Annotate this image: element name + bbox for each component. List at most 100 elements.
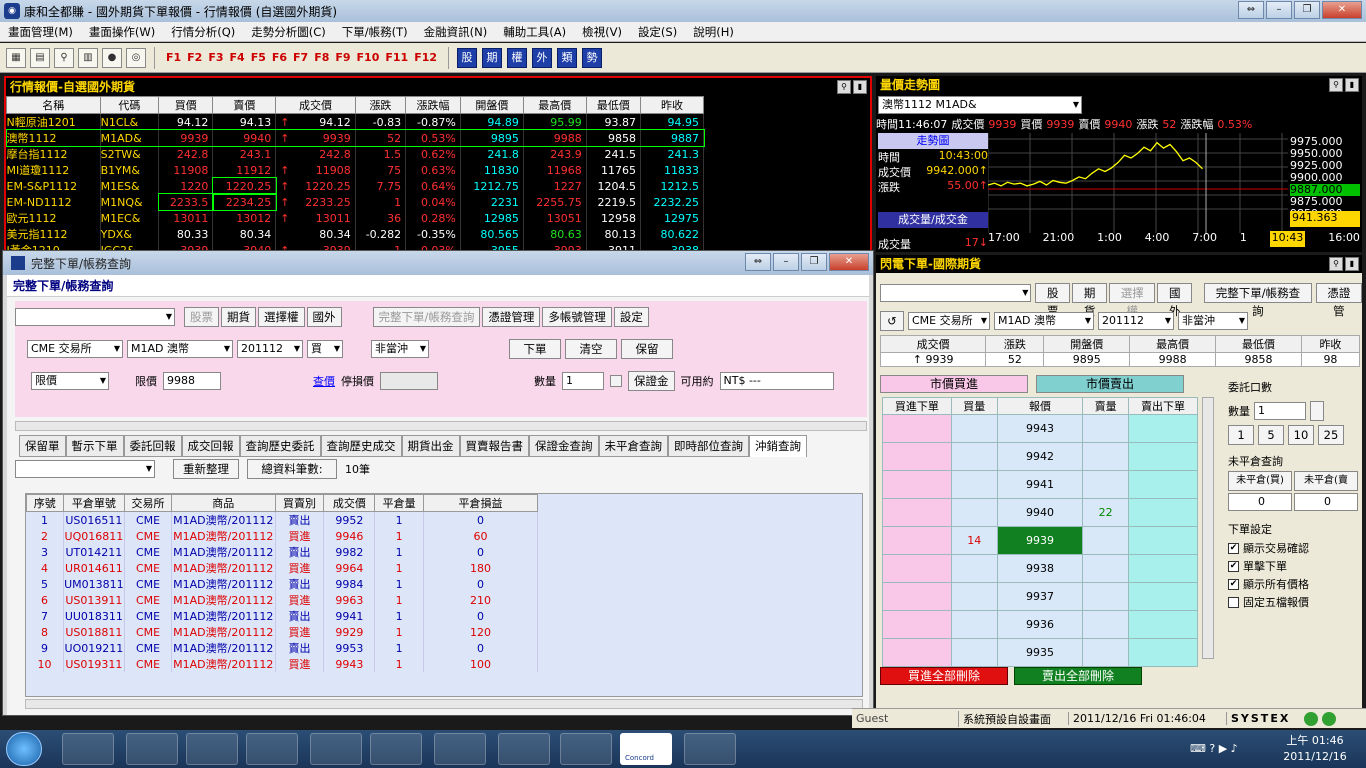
- refresh-button[interactable]: 重新整理: [173, 459, 239, 479]
- menu-item[interactable]: 設定(S): [630, 24, 685, 40]
- order-qty-input[interactable]: 1: [562, 372, 604, 390]
- qty-quick-button[interactable]: 25: [1318, 425, 1344, 445]
- search-icon[interactable]: ⚲: [54, 47, 74, 68]
- buy-order-cell[interactable]: [882, 610, 952, 639]
- quick-key-button[interactable]: 股: [457, 47, 478, 68]
- fkey-button[interactable]: F3: [205, 51, 226, 64]
- restore-layout-icon[interactable]: ⇔: [745, 253, 771, 271]
- close-button[interactable]: ✕: [1322, 1, 1362, 19]
- fkey-button[interactable]: F11: [382, 51, 411, 64]
- menu-item[interactable]: 走勢分析圖(C): [243, 24, 334, 40]
- quote-row[interactable]: 美元指1112 YDX& 80.33 80.34 80.34 -0.282 -0.35% 80…: [6, 226, 705, 242]
- buy-order-cell[interactable]: [882, 582, 952, 611]
- quick-key-button[interactable]: 外: [532, 47, 553, 68]
- position-header[interactable]: 平倉量: [374, 494, 425, 512]
- order-tab[interactable]: 期貨: [221, 307, 256, 327]
- quote-header[interactable]: 最高價: [522, 96, 587, 114]
- query-tab[interactable]: 即時部位查詢: [668, 435, 749, 457]
- grid-icon[interactable]: ▥: [78, 47, 98, 68]
- quick-key-button[interactable]: 勢: [582, 47, 603, 68]
- quick-key-button[interactable]: 期: [482, 47, 503, 68]
- fkey-button[interactable]: F7: [290, 51, 311, 64]
- buy-order-cell[interactable]: [882, 442, 952, 471]
- flash-qty-input[interactable]: 1: [1254, 402, 1306, 420]
- folder-icon[interactable]: [310, 733, 362, 765]
- tray-icons[interactable]: ⌨ ? ▶ ♪: [1190, 742, 1238, 755]
- menu-item[interactable]: 行情分析(Q): [163, 24, 243, 40]
- fkey-button[interactable]: F5: [248, 51, 269, 64]
- order-tab[interactable]: 國外: [306, 307, 342, 327]
- sell-order-cell[interactable]: [1128, 414, 1198, 443]
- position-header[interactable]: 平倉單號: [62, 494, 126, 512]
- quote-header[interactable]: 昨收: [639, 96, 705, 114]
- order-action-button[interactable]: 清空: [565, 339, 617, 359]
- query-tab[interactable]: 未平倉查詢: [598, 435, 668, 457]
- minimize-button[interactable]: –: [1266, 1, 1292, 19]
- pin-icon[interactable]: ▮: [1345, 257, 1359, 271]
- flash-tab[interactable]: 選擇權: [1109, 283, 1156, 318]
- query-tab[interactable]: 期貨出金: [401, 435, 460, 457]
- target-icon[interactable]: ◎: [126, 47, 146, 68]
- trading-app-icon[interactable]: [560, 733, 612, 765]
- order-exchange-select[interactable]: CME 交易所: [27, 340, 123, 358]
- menu-item[interactable]: 畫面操作(W): [81, 24, 163, 40]
- quote-row[interactable]: EM-ND1112 M1NQ& 2233.5 2234.25 ↑ 2233.25 1 0.04…: [6, 193, 705, 211]
- checkbox-icon[interactable]: [1228, 596, 1239, 608]
- market-sell-button[interactable]: 市價賣出: [1036, 375, 1184, 393]
- quote-header[interactable]: 漲跌幅: [405, 96, 461, 114]
- close-button[interactable]: ✕: [829, 253, 869, 271]
- fkey-button[interactable]: F6: [269, 51, 290, 64]
- query-tab[interactable]: 保留單: [19, 435, 66, 457]
- fkey-button[interactable]: F8: [311, 51, 332, 64]
- fkey-button[interactable]: F2: [184, 51, 205, 64]
- sell-order-cell[interactable]: [1128, 554, 1198, 583]
- query-tab[interactable]: 委託回報: [123, 435, 182, 457]
- quote-header[interactable]: 賣價: [212, 96, 277, 114]
- buy-order-cell[interactable]: [882, 470, 952, 499]
- window-titlebar[interactable]: ◉ 康和全都賺 - 國外期貨下單報價 - 行情報價 (自選國外期貨) ⇔ – ❐…: [0, 0, 1366, 22]
- buy-order-cell[interactable]: [882, 638, 952, 667]
- menu-item[interactable]: 輔助工具(A): [495, 24, 574, 40]
- position-header[interactable]: 交易所: [124, 494, 172, 512]
- calculator-icon[interactable]: [246, 733, 298, 765]
- delete-all-buy-button[interactable]: 買進全部刪除: [880, 667, 1008, 685]
- quote-row[interactable]: N輕原油1201 N1CL& 94.12 94.13 ↑ 94.12 -0.83 -0.87%…: [6, 113, 705, 130]
- quote-header[interactable]: 最低價: [585, 96, 641, 114]
- horizontal-scrollbar[interactable]: [15, 421, 867, 431]
- flash-tab[interactable]: 股票: [1035, 283, 1071, 318]
- search-icon[interactable]: ⚲: [1329, 78, 1343, 92]
- position-row[interactable]: 5 UM013811 CME M1AD澳幣/201112 賣出 9984 1 0: [26, 576, 538, 592]
- order-tab[interactable]: 股票: [184, 307, 219, 327]
- qty-checkbox[interactable]: [1310, 401, 1324, 421]
- flash-tab[interactable]: 期貨: [1072, 283, 1108, 318]
- query-tab[interactable]: 沖銷查詢: [749, 435, 807, 457]
- price-input[interactable]: 9988: [163, 372, 221, 390]
- sell-order-cell[interactable]: [1128, 526, 1198, 555]
- position-row[interactable]: 7 UU018311 CME M1AD澳幣/201112 賣出 9941 1 0: [26, 608, 538, 624]
- fkey-button[interactable]: F12: [411, 51, 440, 64]
- qty-quick-button[interactable]: 5: [1258, 425, 1284, 445]
- query-price-link[interactable]: 查價: [313, 373, 335, 389]
- quote-header[interactable]: 漲跌: [354, 96, 407, 114]
- order-type-select[interactable]: 非當沖: [371, 340, 429, 358]
- taskbar-app-icon[interactable]: [62, 733, 114, 765]
- quote-header[interactable]: 名稱: [6, 96, 101, 114]
- fkey-button[interactable]: F4: [227, 51, 248, 64]
- buy-order-cell[interactable]: [882, 554, 952, 583]
- coin-icon[interactable]: ●: [102, 47, 122, 68]
- order-top-button[interactable]: 憑證管理: [482, 307, 541, 327]
- minimize-button[interactable]: –: [773, 253, 799, 271]
- paint-icon[interactable]: [684, 733, 736, 765]
- query-tab[interactable]: 查詢歷史委託: [239, 435, 321, 457]
- order-window-titlebar[interactable]: 完整下單/帳務查詢 ⇔ – ❐ ✕: [3, 251, 873, 275]
- clock[interactable]: 上午 01:46 2011/12/16: [1270, 733, 1360, 765]
- position-row[interactable]: 2 UQ016811 CME M1AD澳幣/201112 買進 9946 1 60: [26, 528, 538, 544]
- quote-header[interactable]: 成交價: [275, 96, 356, 114]
- quote-header[interactable]: 買價: [158, 96, 214, 114]
- order-action-button[interactable]: 下單: [509, 339, 561, 359]
- search-icon[interactable]: ⚲: [1329, 257, 1343, 271]
- sell-order-cell[interactable]: [1128, 470, 1198, 499]
- setting-row[interactable]: ✔ 單擊下單: [1228, 557, 1358, 575]
- order-month-select[interactable]: 201112: [237, 340, 303, 358]
- position-row[interactable]: 1 US016511 CME M1AD澳幣/201112 賣出 9952 1 0: [26, 511, 538, 528]
